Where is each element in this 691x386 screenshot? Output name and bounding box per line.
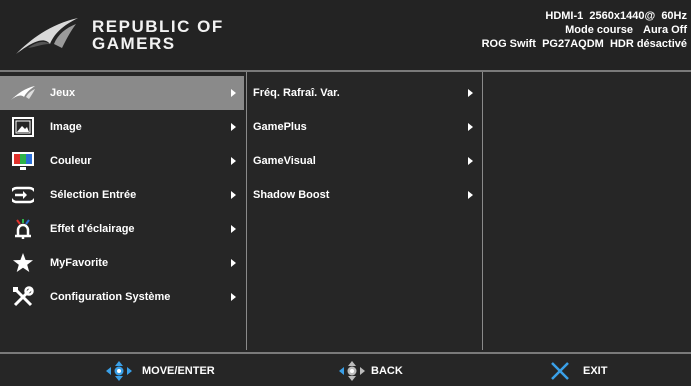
status-hdr: HDR désactivé — [609, 38, 687, 50]
chevron-right-icon — [231, 259, 236, 267]
osd-window: REPUBLIC OF GAMERS HDMI-1 2560x1440@ 60H… — [0, 0, 691, 386]
back-button[interactable]: BACK — [337, 356, 403, 386]
submenu-item-label: Fréq. Rafraî. Var. — [253, 87, 340, 99]
input-select-icon — [10, 184, 36, 206]
osd-header: REPUBLIC OF GAMERS HDMI-1 2560x1440@ 60H… — [0, 0, 691, 72]
status-mode: Mode course — [565, 24, 633, 36]
status-refresh: 60Hz — [661, 10, 687, 22]
menu-item-label: Image — [50, 121, 82, 133]
submenu-item-label: GameVisual — [253, 155, 316, 167]
chevron-right-icon — [468, 157, 473, 165]
menu-item-effet-eclairage[interactable]: Effet d'éclairage — [0, 212, 244, 246]
image-icon — [10, 116, 36, 138]
submenu-item-label: Shadow Boost — [253, 189, 330, 201]
close-icon — [545, 359, 575, 383]
menu-item-label: Sélection Entrée — [50, 189, 137, 201]
sub-menu: Fréq. Rafraî. Var. GamePlus GameVisual S… — [246, 72, 481, 350]
submenu-item-gamevisual[interactable]: GameVisual — [247, 144, 481, 178]
rog-eye-icon — [10, 82, 36, 104]
menu-item-myfavorite[interactable]: MyFavorite — [0, 246, 244, 280]
menu-item-image[interactable]: Image — [0, 110, 244, 144]
submenu-item-label: GamePlus — [253, 121, 307, 133]
submenu-item-gameplus[interactable]: GamePlus — [247, 110, 481, 144]
submenu-item-shadow-boost[interactable]: Shadow Boost — [247, 178, 481, 212]
back-label: BACK — [371, 365, 403, 377]
chevron-right-icon — [231, 89, 236, 97]
chevron-right-icon — [468, 191, 473, 199]
brand-line-1: REPUBLIC OF — [92, 17, 224, 36]
menu-item-label: MyFavorite — [50, 257, 109, 269]
status-info: HDMI-1 2560x1440@ 60Hz Mode course Aura O… — [482, 9, 687, 51]
chevron-right-icon — [231, 123, 236, 131]
chevron-right-icon — [231, 191, 236, 199]
status-resolution: 2560x1440@ — [589, 10, 656, 22]
chevron-right-icon — [231, 225, 236, 233]
status-model-name: ROG Swift — [481, 38, 536, 50]
menu-item-label: Jeux — [50, 87, 76, 99]
joystick-back-icon — [337, 359, 367, 383]
lighting-effect-icon — [10, 218, 36, 240]
menu-item-label: Effet d'éclairage — [50, 223, 135, 235]
submenu-item-freq-rafrai-var[interactable]: Fréq. Rafraî. Var. — [247, 76, 481, 110]
exit-button[interactable]: EXIT — [545, 356, 607, 386]
brand-logo-text: REPUBLIC OF GAMERS — [92, 18, 224, 52]
status-aura: Aura Off — [643, 24, 687, 36]
main-menu: Jeux Image Couleur Sélection Entrée Effe… — [0, 72, 244, 350]
chevron-right-icon — [468, 123, 473, 131]
star-icon — [10, 252, 36, 274]
rog-eye-logo-icon — [16, 18, 78, 54]
menu-item-couleur[interactable]: Couleur — [0, 144, 244, 178]
menu-item-selection-entree[interactable]: Sélection Entrée — [0, 178, 244, 212]
move-enter-button[interactable]: MOVE/ENTER — [104, 356, 215, 386]
joystick-move-icon — [104, 359, 134, 383]
brand-line-2: GAMERS — [92, 34, 176, 53]
exit-label: EXIT — [583, 365, 608, 377]
status-model-number: PG27AQDM — [542, 38, 604, 50]
status-input: HDMI-1 — [545, 10, 584, 22]
color-icon — [10, 150, 36, 172]
menu-item-label: Configuration Système — [50, 291, 171, 303]
wrench-screwdriver-icon — [10, 286, 36, 308]
menu-item-label: Couleur — [50, 155, 92, 167]
chevron-right-icon — [231, 293, 236, 301]
menu-item-configuration-systeme[interactable]: Configuration Système — [0, 280, 244, 314]
chevron-right-icon — [231, 157, 236, 165]
detail-panel — [482, 72, 691, 350]
menu-item-jeux[interactable]: Jeux — [0, 76, 244, 110]
osd-footer: MOVE/ENTER BACK EXIT — [0, 352, 691, 386]
move-enter-label: MOVE/ENTER — [142, 365, 215, 377]
chevron-right-icon — [468, 89, 473, 97]
